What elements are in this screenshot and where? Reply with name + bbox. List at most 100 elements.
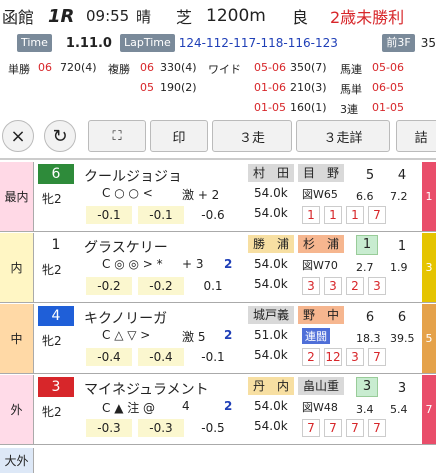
training-detail: 連闘 (302, 328, 330, 344)
trainer[interactable]: 目 野 (298, 164, 344, 182)
detail-label: 詰 (414, 130, 428, 146)
tansho-combo: 06 (38, 61, 52, 74)
three-runs-detail-button[interactable]: ３走詳 (296, 120, 390, 152)
jockey[interactable]: 丹 内 (248, 377, 294, 395)
finish-order: 3 (422, 233, 436, 302)
refresh-icon: ↻ (52, 125, 68, 147)
table-row[interactable]: 内 1 牝2 グラスケリー C ◎ ◎ > * + 3 2 -0.2 -0.2 … (0, 233, 436, 303)
recent-results: 3 3 2 3 (302, 277, 390, 295)
result-2: 12 (324, 348, 342, 366)
odds-win: 18.3 (356, 332, 381, 345)
result-3: 3 (346, 348, 364, 366)
trainer[interactable]: 畠山重 (298, 377, 344, 395)
fukusho-label: 複勝 (108, 63, 130, 76)
wide-combo-3: 01-05 (254, 101, 286, 114)
weight: 51.0k (254, 328, 288, 342)
odds-place: 39.5 (390, 332, 415, 345)
front3f-value: 35 (420, 36, 436, 50)
expand-button[interactable]: ⛶ (88, 120, 146, 152)
race-header: 函館 1R 09:55 晴 芝 1200m 良 2歳未勝利 (0, 0, 436, 32)
horse-name[interactable]: キクノリーガ (84, 308, 167, 328)
result-1: 7 (302, 419, 320, 437)
distance: 1200m (206, 6, 266, 26)
popularity: 6 (365, 310, 375, 325)
odds-rank: 6 (397, 310, 407, 325)
close-button[interactable]: × (2, 120, 34, 152)
popularity: 5 (365, 168, 375, 183)
result-2: 3 (324, 277, 342, 295)
mark-symbols: C ▲ 注 @ (102, 401, 156, 415)
result-2: 1 (324, 206, 342, 224)
laptime-value: 124-112-117-118-116-123 (178, 36, 338, 50)
front3f-tag: 前3F (382, 34, 415, 52)
dd-mark: 2 (224, 328, 233, 342)
result-4: 7 (368, 348, 386, 366)
rate-1: -0.1 (86, 206, 132, 224)
refresh-button[interactable]: ↻ (44, 120, 76, 152)
popularity: 1 (356, 235, 378, 255)
race-class: 2歳未勝利 (330, 8, 405, 27)
laptime-tag: LapTime (119, 34, 175, 52)
rate-3: -0.1 (201, 350, 225, 364)
close-icon: × (10, 125, 26, 147)
result-3: 1 (346, 206, 364, 224)
table-row[interactable]: 外 3 牝2 マイネジュラメント C ▲ 注 @ 4 2 -0.3 -0.3 -… (0, 375, 436, 445)
result-1: 1 (302, 206, 320, 224)
detail-button[interactable]: 詰 (396, 120, 436, 152)
weight: 54.0k (254, 186, 288, 200)
result-2: 7 (324, 419, 342, 437)
horse-name[interactable]: クールジョジョ (84, 166, 182, 186)
expand-icon: ⛶ (112, 128, 122, 144)
mark-symbols: C ◎ ◎ > * (102, 257, 163, 271)
rate-3: 0.1 (203, 279, 223, 293)
odds-place: 5.4 (390, 403, 408, 416)
recent-results: 1 1 1 7 (302, 206, 390, 224)
position-label: 中 (0, 304, 34, 373)
umaren-label: 馬連 (340, 63, 362, 76)
jockey[interactable]: 村 田 (248, 164, 294, 182)
table-row[interactable]: 最内 6 牝2 クールジョジョ C ○ ○ < 激 + 2 -0.1 -0.1 … (0, 162, 436, 232)
horse-number: 1 (38, 235, 74, 255)
popularity: 3 (356, 377, 378, 397)
trainer[interactable]: 杉 浦 (298, 235, 344, 253)
wide-label: ワイド (208, 63, 241, 76)
time-value: 1.11.0 (65, 35, 112, 51)
three-runs-button[interactable]: ３走 (212, 120, 292, 152)
horse-number: 4 (38, 306, 74, 326)
odds-rank: 3 (397, 381, 407, 396)
training-detail: 図W70 (302, 259, 338, 272)
training-detail: 図W48 (302, 401, 338, 414)
rate-1: -0.4 (86, 348, 132, 366)
weight-2: 54.0k (254, 277, 288, 291)
odds-place: 1.9 (390, 261, 408, 274)
odds-win: 3.4 (356, 403, 374, 416)
venue: 函館 (2, 8, 35, 27)
odds-rank: 4 (397, 168, 407, 183)
horse-name[interactable]: グラスケリー (84, 237, 168, 257)
rate-3: -0.5 (201, 421, 225, 435)
fukusho-combo-2: 05 (140, 81, 154, 94)
wide-combo-2: 01-06 (254, 81, 286, 94)
position-label: 大外 (0, 448, 34, 473)
rate-2: -0.2 (138, 277, 184, 295)
tansho-value: 720(4) (60, 61, 97, 74)
odds-rank: 1 (397, 239, 407, 254)
result-4: 7 (368, 419, 386, 437)
table-row[interactable]: 中 4 牝2 キクノリーガ C △ ▽ > 激 5 2 -0.4 -0.4 -0… (0, 304, 436, 374)
trainer[interactable]: 野 中 (298, 306, 344, 324)
three-runs-label: ３走 (238, 130, 265, 146)
mark-button[interactable]: 印 (150, 120, 208, 152)
weather: 晴 (136, 7, 152, 26)
post-time: 09:55 (86, 7, 130, 25)
jockey[interactable]: 城戸義 (248, 306, 294, 324)
sanren-label: 3連 (340, 103, 358, 116)
recent-results: 2 12 3 7 (302, 348, 390, 366)
horse-name[interactable]: マイネジュラメント (84, 379, 209, 399)
jockey[interactable]: 勝 浦 (248, 235, 294, 253)
divider (0, 158, 436, 160)
finish-order: 5 (422, 304, 436, 373)
sex-age: 牝2 (42, 405, 62, 419)
payouts: 単勝 06 720(4) 複勝 06 330(4) 05 190(2) ワイド … (0, 57, 436, 121)
rate-2: -0.4 (138, 348, 184, 366)
footer-row: 大外 (0, 448, 436, 473)
